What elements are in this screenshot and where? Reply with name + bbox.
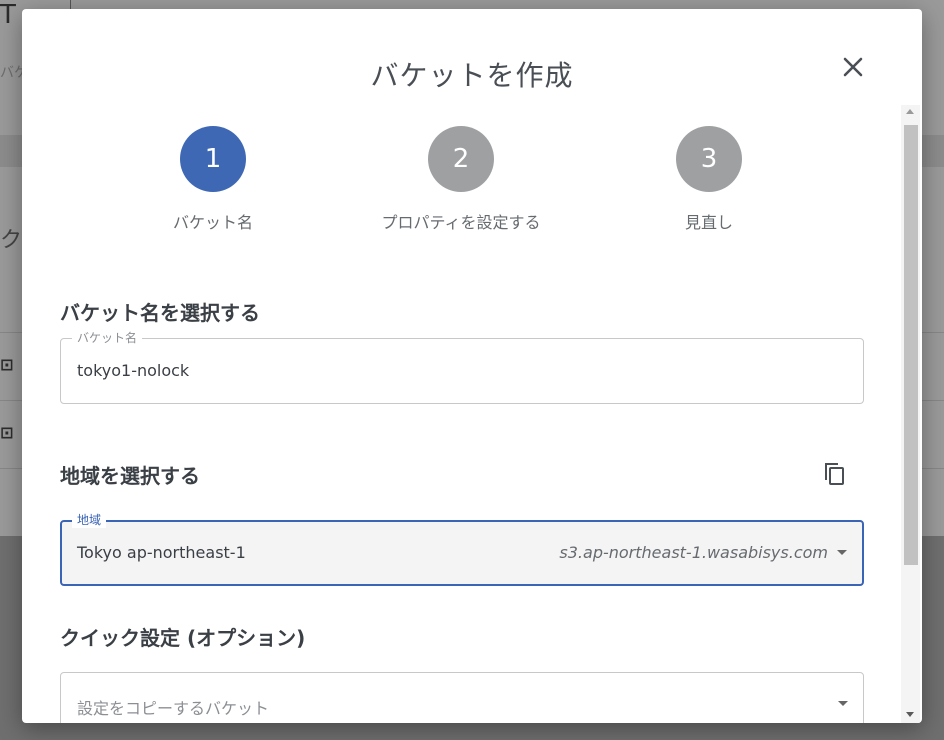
chevron-down-icon (838, 701, 848, 706)
region-value: Tokyo ap-northeast-1 (77, 543, 246, 562)
step-number-badge: 1 (180, 126, 246, 192)
region-section-title: 地域を選択する (60, 464, 200, 488)
close-button[interactable] (838, 52, 868, 82)
step-bucket-name[interactable]: 1 バケット名 (113, 126, 313, 233)
copy-settings-bucket-select[interactable]: 設定をコピーするバケット (60, 672, 864, 723)
copy-button[interactable] (822, 460, 848, 488)
quick-settings-section-title: クイック設定 (オプション) (60, 626, 306, 650)
scroll-up-arrow-icon[interactable] (906, 109, 914, 114)
step-number-badge: 2 (428, 126, 494, 192)
step-number-badge: 3 (676, 126, 742, 192)
step-label: 見直し (684, 213, 733, 232)
copy-icon (825, 463, 844, 485)
step-number: 3 (700, 144, 718, 174)
bucket-name-input[interactable]: バケット名 tokyo1-nolock (60, 330, 864, 404)
background-row-icon: ⊡ (0, 423, 14, 442)
step-review[interactable]: 3 見直し (609, 126, 809, 233)
bucket-name-section-title: バケット名を選択する (60, 301, 260, 325)
close-icon (843, 57, 863, 77)
step-label: プロパティを設定する (381, 213, 541, 232)
scrollbar-thumb[interactable] (904, 125, 918, 565)
region-select[interactable]: 地域 Tokyo ap-northeast-1 s3.ap-northeast-… (60, 512, 864, 586)
background-heading: ク (0, 228, 23, 253)
step-properties[interactable]: 2 プロパティを設定する (361, 126, 561, 233)
step-number: 2 (452, 144, 470, 174)
step-label: バケット名 (172, 213, 253, 232)
background-header-text: T (0, 0, 16, 30)
create-bucket-dialog: バケットを作成 1 バケット名 2 プロパティを設定する 3 見直し バケット名… (22, 9, 922, 723)
chevron-down-icon (837, 550, 847, 555)
step-number: 1 (204, 144, 222, 174)
region-label: 地域 (72, 512, 107, 528)
dialog-title: バケットを作成 (370, 59, 574, 92)
region-endpoint: s3.ap-northeast-1.wasabisys.com (559, 543, 828, 562)
scroll-down-arrow-icon[interactable] (906, 712, 914, 717)
bucket-name-value: tokyo1-nolock (77, 361, 190, 380)
bucket-name-label: バケット名 (72, 330, 143, 346)
copy-settings-placeholder: 設定をコピーするバケット (77, 699, 270, 718)
background-row-icon: ⊡ (0, 355, 14, 374)
